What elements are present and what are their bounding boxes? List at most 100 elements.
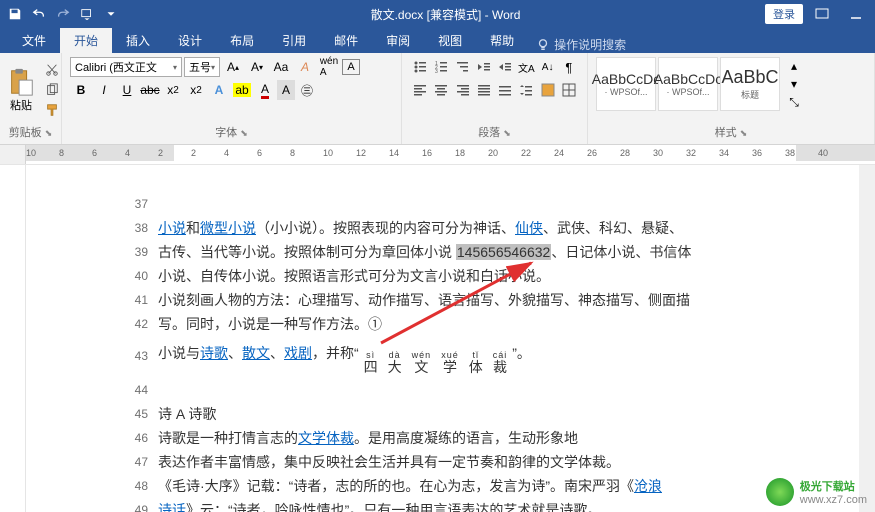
style-wpsof-2[interactable]: AaBbCcDc· WPSOf... [658,57,718,111]
line-number: 43 [124,349,148,363]
login-button[interactable]: 登录 [765,4,803,24]
ribbon-display-icon[interactable] [807,0,837,28]
ruler-mark: 8 [59,148,64,158]
shading-icon[interactable] [538,80,558,100]
tab-view[interactable]: 视图 [424,28,476,53]
tab-file[interactable]: 文件 [8,28,60,53]
ruler-mark: 38 [785,148,795,158]
ruler-mark: 12 [356,148,366,158]
link-canglang[interactable]: 沧浪 [634,478,662,494]
char-shading-icon[interactable]: A [277,80,295,100]
font-color-icon[interactable]: A [254,80,276,100]
borders-icon[interactable] [559,80,579,100]
grow-font-icon[interactable]: A▴ [222,57,244,77]
link-xiju[interactable]: 戏剧 [284,345,312,361]
align-center-icon[interactable] [431,80,451,100]
distribute-icon[interactable] [495,80,515,100]
link-shige[interactable]: 诗歌 [200,345,228,361]
ruby-char: tǐ体 [469,351,483,374]
align-right-icon[interactable] [453,80,473,100]
copy-icon[interactable] [42,81,62,99]
font-size-select[interactable]: 五号▾ [184,57,220,77]
subscript-button[interactable]: x2 [162,80,184,100]
paragraph-launcher-icon[interactable]: ⬊ [503,128,511,138]
sort-icon[interactable]: A↓ [538,57,558,77]
qat-customize-icon[interactable] [76,3,98,25]
text-direction-icon[interactable]: 文A [516,57,536,77]
format-painter-icon[interactable] [42,101,62,119]
vertical-scrollbar[interactable] [859,165,875,512]
bullets-icon[interactable] [410,57,430,77]
multilevel-icon[interactable] [453,57,473,77]
tell-me-search[interactable]: 操作说明搜索 [528,36,634,53]
ruler-mark: 28 [620,148,630,158]
styles-group-label: 样式 [715,127,737,139]
horizontal-ruler[interactable]: 1086422468101214161820222426283032343638… [0,145,875,165]
styles-up-icon[interactable]: ▴ [784,57,804,75]
link-shihua[interactable]: 诗话 [158,502,186,512]
ruler-mark: 36 [752,148,762,158]
numbering-icon[interactable]: 123 [431,57,451,77]
superscript-button[interactable]: x2 [185,80,207,100]
styles-more-icon[interactable]: ⤡ [784,93,804,111]
save-icon[interactable] [4,3,26,25]
link-wenxue[interactable]: 文学体裁 [298,430,354,446]
tab-review[interactable]: 审阅 [372,28,424,53]
paste-button[interactable]: 粘贴 [6,67,36,113]
line-number: 40 [124,269,148,283]
minimize-icon[interactable] [841,0,871,28]
ruler-mark: 22 [521,148,531,158]
phonetic-icon[interactable]: wénA [318,57,340,77]
undo-icon[interactable] [28,3,50,25]
chevron-down-icon[interactable] [100,3,122,25]
text-line: 写。同时，小说是一种写作方法。① [158,314,382,335]
justify-icon[interactable] [474,80,494,100]
styles-launcher-icon[interactable]: ⬊ [740,128,748,138]
clear-format-icon[interactable]: A [294,57,316,77]
underline-button[interactable]: U [116,80,138,100]
bold-button[interactable]: B [70,80,92,100]
selected-text[interactable]: 145656546632 [456,244,551,260]
show-marks-icon[interactable]: ¶ [559,57,579,77]
line-spacing-icon[interactable] [516,80,536,100]
document-page[interactable]: 37 38 小说和微型小说（小小说）。按照表现的内容可分为神话、仙侠、武侠、科幻… [26,165,875,512]
tab-mailings[interactable]: 邮件 [320,28,372,53]
text-line: 表达作者丰富情感，集中反映社会生活并具有一定节奏和韵律的文学体裁。 [158,452,620,473]
tab-home[interactable]: 开始 [60,28,112,53]
link-xiaoshuo[interactable]: 小说 [158,220,186,236]
tab-references[interactable]: 引用 [268,28,320,53]
tab-insert[interactable]: 插入 [112,28,164,53]
char-border-icon[interactable]: A [342,59,360,75]
tab-layout[interactable]: 布局 [216,28,268,53]
cut-icon[interactable] [42,61,62,79]
style-wpsof-1[interactable]: AaBbCcDc· WPSOf... [596,57,656,111]
shrink-font-icon[interactable]: A▾ [246,57,268,77]
change-case-icon[interactable]: Aa [270,57,292,77]
line-number: 42 [124,317,148,331]
font-launcher-icon[interactable]: ⬊ [240,128,248,138]
vertical-ruler[interactable] [0,165,26,512]
text-line: 诗话》云：“诗者，吟咏性情也”。只有一种用言语表达的艺术就是诗歌。 [158,500,601,512]
italic-button[interactable]: I [93,80,115,100]
tab-help[interactable]: 帮助 [476,28,528,53]
tab-design[interactable]: 设计 [164,28,216,53]
highlight-icon[interactable]: ab [231,80,253,100]
enclose-char-icon[interactable]: ㊂ [296,80,318,100]
link-xianxia[interactable]: 仙侠 [515,220,543,236]
decrease-indent-icon[interactable] [474,57,494,77]
strikethrough-button[interactable]: abc [139,80,161,100]
link-weixing[interactable]: 微型小说 [200,220,256,236]
clipboard-launcher-icon[interactable]: ⬊ [45,128,53,138]
redo-icon[interactable] [52,3,74,25]
style-title[interactable]: AaBbC标题 [720,57,780,111]
styles-down-icon[interactable]: ▾ [784,75,804,93]
link-sanwen[interactable]: 散文 [242,345,270,361]
ruler-mark: 6 [92,148,97,158]
align-left-icon[interactable] [410,80,430,100]
clipboard-icon [6,67,36,97]
text-effects-icon[interactable]: A [208,80,230,100]
increase-indent-icon[interactable] [495,57,515,77]
font-name-select[interactable]: Calibri (西文正文▾ [70,57,182,77]
ruler-mark: 16 [422,148,432,158]
ruler-mark: 8 [290,148,295,158]
